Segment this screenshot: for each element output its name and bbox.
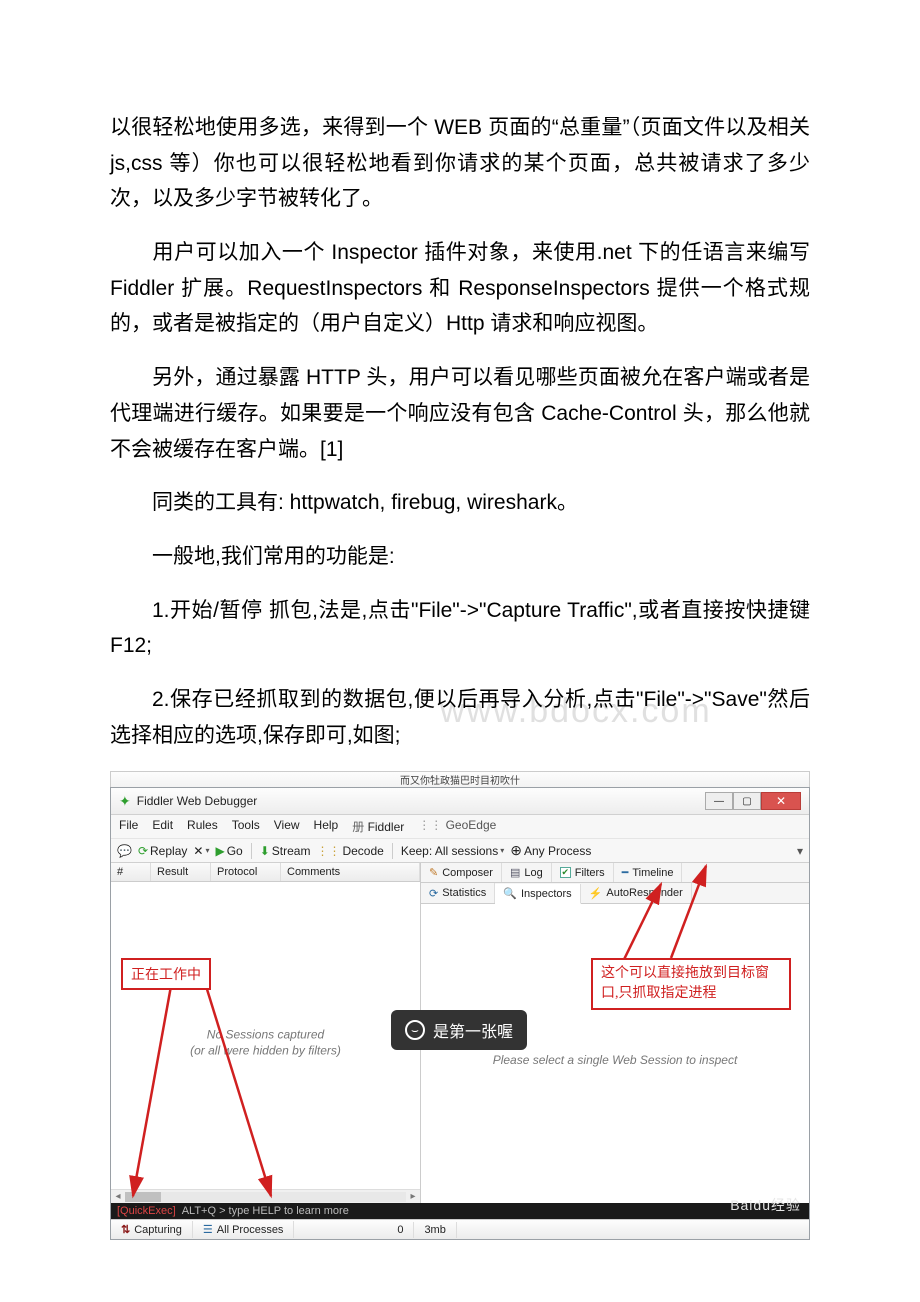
tab-autoresponder[interactable]: ⚡AutoResponder — [581, 883, 692, 903]
baidu-watermark: Baidu经验 — [730, 1195, 801, 1215]
quickexec-label: [QuickExec] — [117, 1205, 176, 1217]
statistics-icon: ⟳ — [429, 887, 438, 900]
tab-timeline[interactable]: ━Timeline — [614, 863, 683, 882]
col-protocol[interactable]: Protocol — [211, 863, 281, 881]
status-all-processes[interactable]: ☰All Processes — [193, 1221, 295, 1238]
menu-edit[interactable]: Edit — [152, 818, 173, 835]
inspect-placeholder-text: Please select a single Web Session to in… — [493, 1053, 738, 1067]
any-process-button[interactable]: ⊕ Any Process — [510, 842, 591, 859]
baidu-tooltip: ⌣ 是第一张喔 — [391, 1010, 527, 1050]
paragraph-5: 一般地,我们常用的功能是: — [110, 539, 810, 575]
col-number[interactable]: # — [111, 863, 151, 881]
filters-checkbox-icon: ✔ — [560, 867, 571, 878]
go-button[interactable]: ▶ Go — [215, 844, 242, 858]
horizontal-scrollbar[interactable]: ◂▸ — [111, 1189, 420, 1203]
paragraph-1: 以很轻松地使用多选，来得到一个 WEB 页面的“总重量”（页面文件以及相关 js… — [110, 110, 810, 217]
smile-icon: ⌣ — [405, 1020, 425, 1040]
menu-tools[interactable]: Tools — [232, 818, 260, 835]
tab-composer[interactable]: ✎Composer — [421, 863, 502, 882]
no-sessions-message: No Sessions captured (or all were hidden… — [190, 1026, 341, 1060]
outer-titlebar: 而又你牡政猫巴时目初吹什 — [110, 771, 810, 787]
menu-geoedge[interactable]: GeoEdge — [418, 818, 496, 835]
paragraph-4: 同类的工具有: httpwatch, firebug, wireshark。 — [110, 485, 810, 521]
menu-file[interactable]: File — [119, 818, 138, 835]
menu-view[interactable]: View — [274, 818, 300, 835]
callout-capturing: 正在工作中 — [121, 958, 211, 990]
toolbar-overflow-icon[interactable]: ▾ — [797, 844, 803, 858]
status-capturing[interactable]: ⇅Capturing — [111, 1221, 193, 1238]
fiddler-screenshot: 而又你牡政猫巴时目初吹什 ✦ Fiddler Web Debugger — ▢ … — [110, 771, 810, 1240]
status-bar: ⇅Capturing ☰All Processes 0 3mb — [111, 1219, 809, 1239]
paragraph-3: 另外，通过暴露 HTTP 头，用户可以看见哪些页面被允在客户端或者是代理端进行缓… — [110, 360, 810, 467]
capturing-icon: ⇅ — [121, 1223, 130, 1236]
col-result[interactable]: Result — [151, 863, 211, 881]
decode-button[interactable]: ⋮⋮ Decode — [316, 844, 383, 858]
window-titlebar: ✦ Fiddler Web Debugger — ▢ ✕ — [111, 788, 809, 815]
toolbar: 💬 ⟳ Replay ✕▾ ▶ Go ⬇ Stream ⋮⋮ Decode Ke… — [111, 839, 809, 863]
inspectors-icon: 🔍 — [503, 887, 517, 900]
callout-any-process: 这个可以直接拖放到目标窗口,只抓取指定进程 — [591, 958, 791, 1009]
sessions-grid-header: # Result Protocol Comments — [111, 863, 420, 882]
log-icon: ▤ — [510, 866, 520, 879]
autoresponder-icon: ⚡ — [589, 887, 603, 900]
tab-log[interactable]: ▤Log — [502, 863, 552, 882]
minimize-button[interactable]: — — [705, 792, 733, 810]
quickexec-hint: ALT+Q > type HELP to learn more — [182, 1205, 349, 1217]
menu-delete-fiddler[interactable]: Fiddler — [352, 818, 404, 835]
menu-bar: File Edit Rules Tools View Help Fiddler … — [111, 815, 809, 839]
tab-filters[interactable]: ✔Filters — [552, 863, 614, 882]
fiddler-app-icon: ✦ — [119, 793, 131, 810]
tab-inspectors[interactable]: 🔍Inspectors — [495, 884, 580, 904]
comment-icon[interactable]: 💬 — [117, 844, 132, 858]
status-count: 0 — [294, 1222, 414, 1238]
all-processes-icon: ☰ — [203, 1223, 213, 1236]
composer-icon: ✎ — [429, 866, 438, 879]
timeline-icon: ━ — [622, 866, 629, 879]
window-title: Fiddler Web Debugger — [137, 794, 258, 808]
maximize-button[interactable]: ▢ — [733, 792, 761, 810]
remove-button[interactable]: ✕▾ — [193, 844, 209, 858]
menu-rules[interactable]: Rules — [187, 818, 218, 835]
paragraph-7: 2.保存已经抓取到的数据包,便以后再导入分析,点击"File"->"Save"然… — [110, 682, 810, 753]
status-memory: 3mb — [414, 1222, 456, 1238]
sessions-pane: # Result Protocol Comments No Sessions c… — [111, 863, 421, 1203]
stream-button[interactable]: ⬇ Stream — [260, 844, 311, 858]
col-comments[interactable]: Comments — [281, 863, 420, 881]
quickexec-bar[interactable]: [QuickExec] ALT+Q > type HELP to learn m… — [111, 1203, 809, 1219]
replay-button[interactable]: ⟳ Replay — [138, 844, 187, 858]
close-button[interactable]: ✕ — [761, 792, 801, 810]
keep-sessions-dropdown[interactable]: Keep: All sessions ▾ — [401, 844, 504, 858]
paragraph-2: 用户可以加入一个 Inspector 插件对象，来使用.net 下的任语言来编写… — [110, 235, 810, 342]
tab-statistics[interactable]: ⟳Statistics — [421, 883, 495, 903]
paragraph-6: 1.开始/暂停 抓包,法是,点击"File"->"Capture Traffic… — [110, 593, 810, 664]
menu-help[interactable]: Help — [314, 818, 339, 835]
